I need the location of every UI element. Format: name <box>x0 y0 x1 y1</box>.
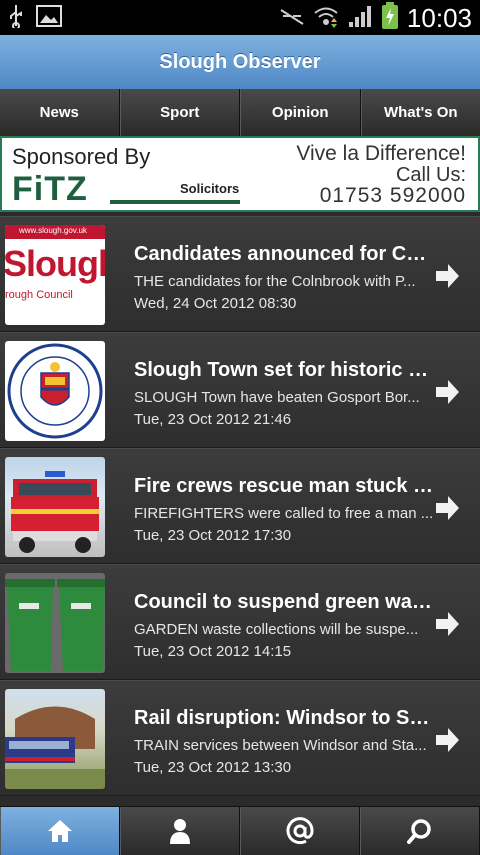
slough-council-logo-thumbnail: www.slough.gov.uk Slough rough Council <box>5 225 105 325</box>
article-summary: SLOUGH Town have beaten Gosport Bor... <box>134 389 434 406</box>
status-bar: 10:03 <box>0 0 480 35</box>
thumb-council-word: rough Council <box>5 289 73 301</box>
train-icon <box>5 689 105 789</box>
article-title: Rail disruption: Windsor to Sta... <box>134 707 434 730</box>
article-summary: FIREFIGHTERS were called to free a man .… <box>134 505 434 522</box>
article-title: Council to suspend green was... <box>134 591 434 614</box>
nav-profile-button[interactable] <box>120 807 240 855</box>
article-summary: GARDEN waste collections will be suspe..… <box>134 621 434 638</box>
wifi-icon <box>313 4 339 32</box>
article-date: Wed, 24 Oct 2012 08:30 <box>134 295 296 312</box>
banner-logo-rule <box>110 200 240 204</box>
chevron-right-icon <box>434 611 460 637</box>
article-summary: THE candidates for the Colnbrook with P.… <box>134 273 434 290</box>
section-tabs: News Sport Opinion What's On <box>0 89 480 136</box>
article-list-item[interactable]: Fire crews rescue man stuck i... FIREFIG… <box>0 448 480 564</box>
tab-sport[interactable]: Sport <box>120 89 241 136</box>
train-thumbnail <box>5 689 105 789</box>
green-bins-thumbnail <box>5 573 105 673</box>
at-icon <box>286 817 314 845</box>
wheelie-bins-icon <box>5 573 105 673</box>
signal-mute-icon <box>279 4 305 32</box>
home-icon <box>46 818 74 844</box>
clock-time: 10:03 <box>407 3 472 33</box>
banner-brand-logo: FiTZ <box>12 170 88 209</box>
article-date: Tue, 23 Oct 2012 14:15 <box>134 643 291 660</box>
article-title: Slough Town set for historic F... <box>134 359 434 382</box>
chevron-right-icon <box>434 495 460 521</box>
banner-sponsored-label: Sponsored By <box>12 144 150 170</box>
banner-phone: 01753 592000 <box>320 184 466 208</box>
article-list-item[interactable]: Rail disruption: Windsor to Sta... TRAIN… <box>0 680 480 796</box>
banner-slogan: Vive la Difference! <box>296 142 466 166</box>
page-title: Slough Observer <box>159 51 320 74</box>
article-date: Tue, 23 Oct 2012 17:30 <box>134 527 291 544</box>
article-summary: TRAIN services between Windsor and Sta..… <box>134 737 434 754</box>
usb-icon <box>8 4 24 32</box>
app-header: Slough Observer <box>0 35 480 90</box>
article-list-item[interactable]: www.slough.gov.uk Slough rough Council C… <box>0 216 480 332</box>
article-list-item[interactable]: Council to suspend green was... GARDEN w… <box>0 564 480 680</box>
article-list: www.slough.gov.uk Slough rough Council C… <box>0 216 480 806</box>
search-icon <box>407 818 433 844</box>
tab-opinion[interactable]: Opinion <box>240 89 361 136</box>
chevron-right-icon <box>434 263 460 289</box>
banner-solicitors-label: Solicitors <box>180 181 239 196</box>
chevron-right-icon <box>434 727 460 753</box>
article-date: Tue, 23 Oct 2012 21:46 <box>134 411 291 428</box>
bottom-nav <box>0 806 480 855</box>
fire-engine-icon <box>5 457 105 557</box>
thumb-slough-word: Slough <box>5 243 105 285</box>
slough-town-fc-crest-thumbnail <box>5 341 105 441</box>
article-title: Fire crews rescue man stuck i... <box>134 475 434 498</box>
gallery-icon <box>36 5 62 31</box>
chevron-right-icon <box>434 379 460 405</box>
tab-news[interactable]: News <box>0 89 120 136</box>
article-date: Tue, 23 Oct 2012 13:30 <box>134 759 291 776</box>
nav-home-button[interactable] <box>0 807 120 855</box>
crest-icon <box>5 341 105 441</box>
person-icon <box>168 817 192 845</box>
sponsor-banner[interactable]: Sponsored By FiTZ Solicitors Vive la Dif… <box>0 136 480 212</box>
article-list-item[interactable]: Slough Town set for historic F... SLOUGH… <box>0 332 480 448</box>
fire-engine-thumbnail <box>5 457 105 557</box>
battery-icon <box>381 2 399 34</box>
tab-whats-on[interactable]: What's On <box>361 89 480 136</box>
nav-search-button[interactable] <box>360 807 480 855</box>
article-title: Candidates announced for Col... <box>134 243 434 266</box>
nav-contact-button[interactable] <box>240 807 360 855</box>
cell-signal-icon <box>347 4 373 32</box>
thumb-url-text: www.slough.gov.uk <box>19 226 87 235</box>
